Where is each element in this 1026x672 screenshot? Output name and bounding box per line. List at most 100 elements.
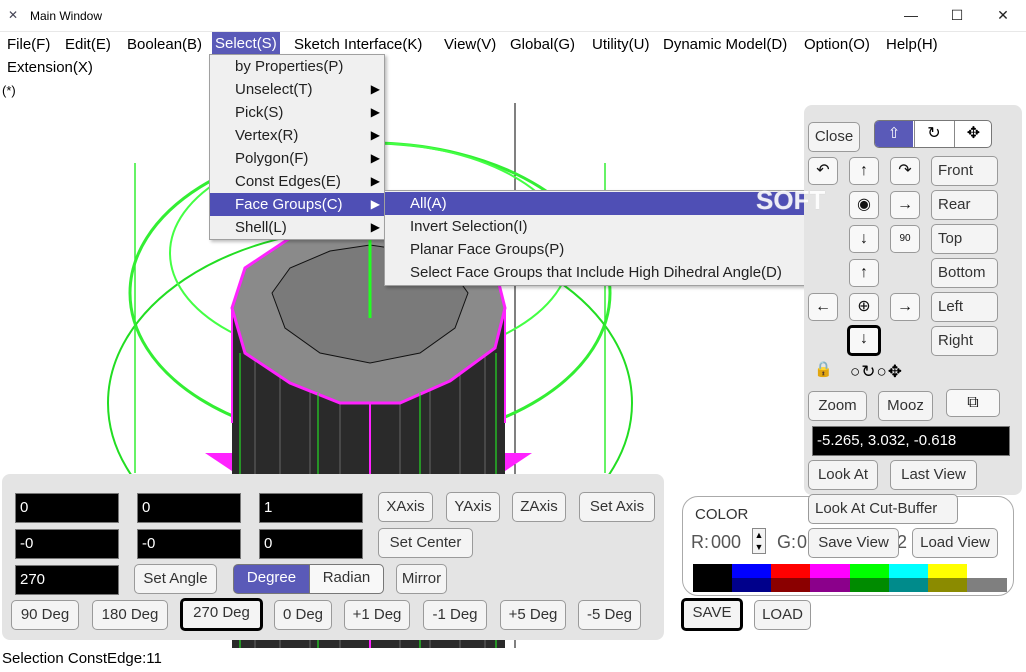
preset-270-deg-button[interactable]: 270 Deg: [180, 598, 263, 631]
submenu-item-high-dihedral[interactable]: Select Face Groups that Include High Dih…: [385, 261, 842, 284]
menu-item-pick[interactable]: Pick(S) ▶: [210, 101, 384, 124]
lock-icon[interactable]: 🔒: [814, 360, 833, 378]
globe-icon[interactable]: ◉: [849, 191, 879, 219]
palette-swatch-dark[interactable]: [693, 578, 733, 592]
menu-dynamic-model[interactable]: Dynamic Model(D): [660, 34, 790, 56]
menu-help[interactable]: Help(H): [883, 34, 941, 56]
transform-field-3[interactable]: 1: [259, 493, 363, 523]
preset-minus-1-deg-button[interactable]: -1 Deg: [423, 600, 487, 630]
center-target-icon[interactable]: ⊕: [849, 293, 879, 321]
minimize-button[interactable]: —: [888, 0, 934, 30]
palette-swatch[interactable]: [810, 564, 850, 578]
mirror-button[interactable]: Mirror: [396, 564, 447, 594]
menu-view[interactable]: View(V): [441, 34, 499, 56]
palette-swatch[interactable]: [888, 564, 929, 578]
red-stepper-icon[interactable]: ▲ ▼: [752, 528, 766, 554]
palette-swatch-dark[interactable]: [810, 578, 850, 592]
menu-item-shell[interactable]: Shell(L) ▶: [210, 216, 384, 239]
palette-swatch[interactable]: [771, 564, 811, 578]
submenu-item-planar-face-groups[interactable]: Planar Face Groups(P): [385, 238, 842, 261]
rotate-mode-icon[interactable]: ↻: [914, 121, 953, 147]
mooz-button[interactable]: Mooz: [878, 391, 933, 421]
rear-view-button[interactable]: Rear: [931, 190, 998, 220]
menu-item-const-edges[interactable]: Const Edges(E) ▶: [210, 170, 384, 193]
preset-plus-1-deg-button[interactable]: +1 Deg: [344, 600, 410, 630]
up-arrow-icon[interactable]: ↑: [849, 157, 879, 185]
palette-swatch[interactable]: [966, 564, 1007, 578]
pan-mode-icon[interactable]: ⇧: [875, 121, 913, 147]
palette-swatch-dark[interactable]: [966, 578, 1007, 592]
top-view-button[interactable]: Top: [931, 224, 998, 254]
menu-extension[interactable]: Extension(X): [4, 57, 96, 79]
angle-field[interactable]: 270: [15, 565, 119, 595]
rotate-right-icon[interactable]: ↷: [890, 157, 920, 185]
down-arrow-icon[interactable]: ↓: [847, 325, 881, 356]
color-palette[interactable]: [693, 564, 1007, 592]
rotate-90-icon[interactable]: 90: [890, 225, 920, 253]
preset-0-deg-button[interactable]: 0 Deg: [274, 600, 332, 630]
left-arrow-icon[interactable]: ←: [808, 293, 838, 321]
set-axis-button[interactable]: Set Axis: [579, 492, 655, 522]
bottom-view-button[interactable]: Bottom: [931, 258, 998, 288]
menu-item-vertex[interactable]: Vertex(R) ▶: [210, 124, 384, 147]
palette-swatch-dark[interactable]: [771, 578, 811, 592]
menu-utility[interactable]: Utility(U): [589, 34, 653, 56]
palette-swatch-dark[interactable]: [849, 578, 890, 592]
preset-180-deg-button[interactable]: 180 Deg: [92, 600, 168, 630]
degree-toggle[interactable]: Degree: [233, 564, 310, 594]
right-arrow-icon[interactable]: →: [890, 293, 920, 321]
load-button[interactable]: LOAD: [754, 600, 811, 630]
down-arrow-icon[interactable]: ↓: [849, 225, 879, 253]
menu-item-by-properties[interactable]: by Properties(P): [210, 55, 384, 78]
submenu-item-invert-selection[interactable]: Invert Selection(I): [385, 215, 842, 238]
menu-edit[interactable]: Edit(E): [62, 34, 114, 56]
zoom-button[interactable]: Zoom: [808, 391, 867, 421]
perspective-cube-icon[interactable]: ⧉: [946, 389, 1000, 417]
save-button[interactable]: SAVE: [681, 598, 743, 631]
move-mode-icon[interactable]: ✥: [954, 121, 992, 147]
set-angle-button[interactable]: Set Angle: [134, 564, 217, 594]
menu-item-unselect[interactable]: Unselect(T) ▶: [210, 78, 384, 101]
palette-swatch-dark[interactable]: [732, 578, 772, 592]
palette-swatch[interactable]: [849, 564, 890, 578]
preset-plus-5-deg-button[interactable]: +5 Deg: [500, 600, 566, 630]
palette-swatch-dark[interactable]: [888, 578, 929, 592]
front-view-button[interactable]: Front: [931, 156, 998, 186]
palette-swatch[interactable]: [927, 564, 968, 578]
menu-file[interactable]: File(F): [4, 34, 53, 56]
menu-select[interactable]: Select(S): [212, 32, 280, 55]
z-axis-button[interactable]: ZAxis: [512, 492, 566, 522]
center-field-1[interactable]: -0: [15, 529, 119, 559]
radian-toggle[interactable]: Radian: [309, 564, 384, 594]
green-value[interactable]: 0: [797, 532, 807, 553]
orbit-mode-icon[interactable]: ○↻○✥: [850, 362, 903, 382]
palette-swatch[interactable]: [693, 564, 733, 578]
menu-option[interactable]: Option(O): [801, 34, 873, 56]
close-window-button[interactable]: ✕: [980, 0, 1026, 30]
save-view-button[interactable]: Save View: [808, 528, 899, 558]
right-arrow-icon[interactable]: →: [890, 191, 920, 219]
transform-field-2[interactable]: 0: [137, 493, 241, 523]
menu-item-face-groups[interactable]: Face Groups(C) ▶: [210, 193, 384, 216]
preset-minus-5-deg-button[interactable]: -5 Deg: [578, 600, 641, 630]
palette-swatch[interactable]: [732, 564, 772, 578]
y-axis-button[interactable]: YAxis: [446, 492, 500, 522]
set-center-button[interactable]: Set Center: [378, 528, 473, 558]
menu-global[interactable]: Global(G): [507, 34, 578, 56]
look-at-button[interactable]: Look At: [808, 460, 878, 490]
menu-boolean[interactable]: Boolean(B): [124, 34, 205, 56]
last-view-button[interactable]: Last View: [890, 460, 977, 490]
red-value[interactable]: 000: [711, 532, 741, 553]
look-at-cut-buffer-button[interactable]: Look At Cut-Buffer: [808, 494, 958, 524]
menu-item-polygon[interactable]: Polygon(F) ▶: [210, 147, 384, 170]
palette-swatch-dark[interactable]: [927, 578, 968, 592]
center-field-2[interactable]: -0: [137, 529, 241, 559]
transform-field-1[interactable]: 0: [15, 493, 119, 523]
center-field-3[interactable]: 0: [259, 529, 363, 559]
right-view-button[interactable]: Right: [931, 326, 998, 356]
menu-sketch-interface[interactable]: Sketch Interface(K): [291, 34, 425, 56]
preset-90-deg-button[interactable]: 90 Deg: [11, 600, 79, 630]
x-axis-button[interactable]: XAxis: [378, 492, 433, 522]
load-view-button[interactable]: Load View: [912, 528, 998, 558]
left-view-button[interactable]: Left: [931, 292, 998, 322]
